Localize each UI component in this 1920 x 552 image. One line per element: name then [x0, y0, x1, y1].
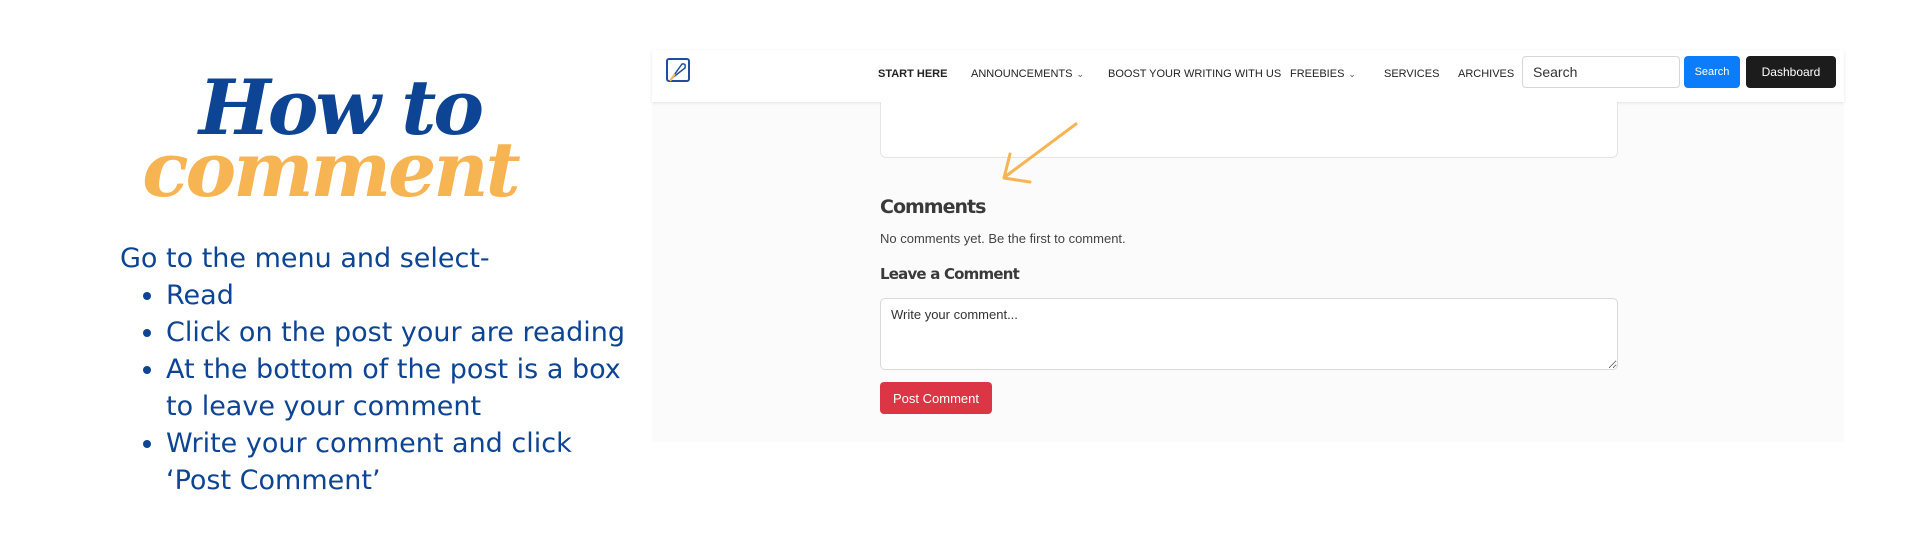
- nav-boost-writing[interactable]: BOOST YOUR WRITING WITH US: [1108, 64, 1281, 84]
- annotation-arrow-icon: [1002, 122, 1078, 184]
- post-content-box: [880, 102, 1618, 158]
- how-to-comment-title: How to comment: [142, 70, 521, 208]
- leave-comment-heading: Leave a Comment: [880, 265, 1020, 283]
- instructions-intro: Go to the menu and select-: [120, 243, 490, 274]
- nav-archives[interactable]: ARCHIVES: [1458, 64, 1514, 84]
- nav-services[interactable]: SERVICES: [1384, 64, 1439, 84]
- nav-label: START HERE: [878, 68, 948, 80]
- step-item: Write your comment and click ‘Post Comme…: [166, 425, 640, 499]
- nav-label: FREEBIES: [1290, 68, 1345, 80]
- nav-label: ARCHIVES: [1458, 68, 1515, 80]
- step-item: At the bottom of the post is a box to le…: [166, 351, 640, 425]
- nav-announcements[interactable]: ANNOUNCEMENTS ⌄: [971, 64, 1084, 84]
- nav-start-here[interactable]: START HERE: [878, 64, 947, 84]
- step-item: Read: [166, 277, 640, 314]
- comments-heading: Comments: [880, 196, 986, 218]
- instructions-steps: Read Click on the post your are reading …: [120, 277, 640, 499]
- post-comment-button[interactable]: Post Comment: [880, 382, 992, 414]
- comment-textarea[interactable]: [880, 298, 1618, 370]
- nav-label: SERVICES: [1384, 68, 1440, 80]
- search-input[interactable]: [1522, 56, 1680, 88]
- instructions-panel: How to comment Go to the menu and select…: [0, 0, 650, 552]
- quill-logo-icon[interactable]: [666, 58, 690, 82]
- website-screenshot: START HERE ANNOUNCEMENTS ⌄ BOOST YOUR WRI…: [652, 50, 1844, 442]
- chevron-down-icon: ⌄: [1076, 69, 1084, 79]
- instructions-text: Go to the menu and select- Read Click on…: [120, 240, 640, 499]
- dashboard-button[interactable]: Dashboard: [1746, 56, 1836, 88]
- no-comments-text: No comments yet. Be the first to comment…: [880, 231, 1126, 246]
- navbar: START HERE ANNOUNCEMENTS ⌄ BOOST YOUR WRI…: [652, 50, 1844, 102]
- step-item: Click on the post your are reading: [166, 314, 640, 351]
- title-line-2: comment: [142, 125, 521, 214]
- nav-label: BOOST YOUR WRITING WITH US: [1108, 68, 1282, 80]
- chevron-down-icon: ⌄: [1348, 69, 1356, 79]
- nav-label: ANNOUNCEMENTS: [971, 68, 1073, 80]
- nav-freebies[interactable]: FREEBIES ⌄: [1290, 64, 1356, 84]
- search-button[interactable]: Search: [1684, 56, 1740, 88]
